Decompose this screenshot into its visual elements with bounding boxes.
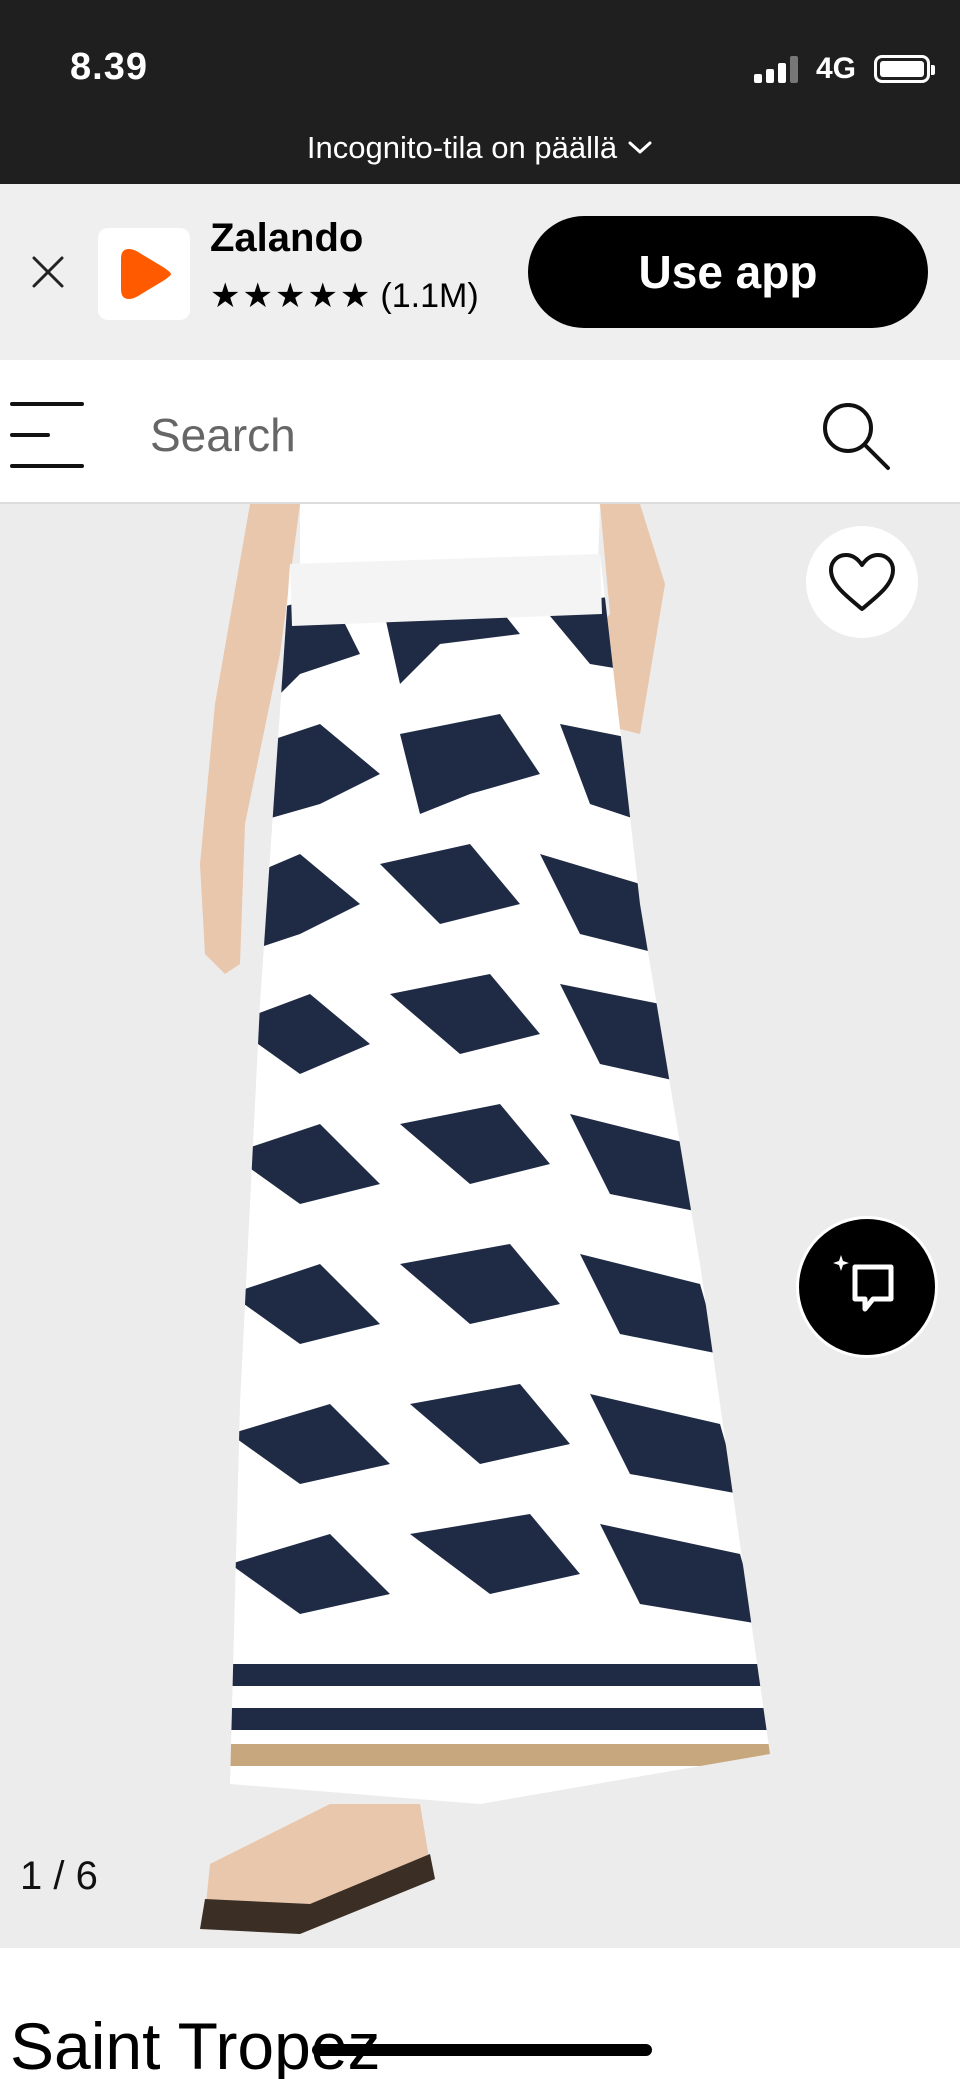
chevron-down-icon [628, 141, 652, 154]
search-header [0, 360, 960, 504]
similar-items-icon [833, 1255, 894, 1312]
status-bar: 8.39 4G Incognito-tila on päällä [0, 0, 960, 184]
app-name: Zalando [210, 216, 364, 260]
product-image-gallery[interactable]: 1 / 6 [0, 504, 960, 1948]
search-icon[interactable] [818, 398, 892, 472]
product-photo [200, 504, 770, 1934]
menu-icon[interactable] [10, 400, 84, 470]
zalando-logo [98, 228, 190, 320]
rating-stars: ★★★★★ [210, 277, 373, 315]
use-app-button[interactable]: Use app [528, 216, 928, 328]
close-icon[interactable] [30, 254, 66, 290]
battery-icon [874, 55, 935, 83]
find-similar-button[interactable] [796, 1216, 938, 1358]
app-rating: ★★★★★ (1.1M) [210, 276, 479, 316]
rating-count: (1.1M) [380, 276, 479, 315]
network-type: 4G [815, 52, 856, 85]
status-time: 8.39 [70, 46, 148, 88]
heart-icon [829, 553, 895, 611]
wishlist-button[interactable] [806, 526, 918, 638]
status-indicators: 4G [753, 52, 935, 86]
incognito-toggle[interactable]: Incognito-tila on päällä [0, 130, 960, 166]
app-install-banner: Zalando ★★★★★ (1.1M) Use app [0, 184, 960, 360]
home-indicator[interactable] [312, 2044, 652, 2056]
incognito-label: Incognito-tila on päällä [306, 130, 618, 165]
signal-icon [753, 55, 798, 83]
search-input[interactable] [150, 400, 750, 470]
image-counter: 1 / 6 [20, 1854, 98, 1898]
